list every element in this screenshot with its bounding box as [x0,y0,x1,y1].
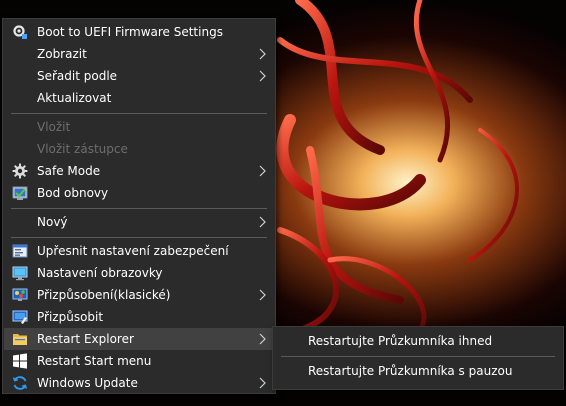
menu-item-safe-mode[interactable]: Safe Mode [4,160,274,182]
chevron-right-icon [259,70,266,82]
menu-item-upresnit-zabezpeceni[interactable]: Upřesnit nastavení zabezpečení [4,240,274,262]
chevron-right-icon [259,377,266,389]
menu-item-novy[interactable]: Nový [4,211,274,233]
chevron-right-icon [259,48,266,60]
menu-item-label: Vložit zástupce [37,142,128,156]
menu-item-label: Restart Start menu [37,354,152,368]
menu-item-vlozit-zastupce: Vložit zástupce [4,138,274,160]
menu-item-label: Windows Update [37,376,138,390]
menu-item-label: Restart Explorer [37,332,134,346]
menu-item-nastaveni-obrazovky[interactable]: Nastavení obrazovky [4,262,274,284]
desktop-context-menu: Boot to UEFI Firmware Settings Zobrazit … [2,18,276,394]
chevron-right-icon [259,333,266,345]
menu-item-label: Přizpůsobení(klasické) [37,288,171,302]
menu-separator [281,356,555,357]
submenu-item-restart-now[interactable]: Restartujte Průzkumníka ihned [274,330,562,352]
menu-item-label: Upřesnit nastavení zabezpečení [37,244,229,258]
gear-icon [12,163,28,179]
personalize-classic-icon [12,288,28,301]
menu-item-label: Nový [37,215,68,229]
menu-item-restart-explorer[interactable]: Restart Explorer [4,328,274,350]
windows-logo-icon [13,353,27,369]
menu-item-prizpusobeni-klasicke[interactable]: Přizpůsobení(klasické) [4,284,274,306]
menu-item-label: Vložit [37,120,71,134]
menu-item-prizpusobit[interactable]: Přizpůsobit [4,306,274,328]
windows-update-icon [12,376,28,390]
menu-item-restart-start-menu[interactable]: Restart Start menu [4,350,274,372]
menu-item-seradit-podle[interactable]: Seřadit podle [4,65,274,87]
submenu-item-label: Restartujte Průzkumníka s pauzou [308,364,513,378]
menu-item-label: Aktualizovat [37,91,112,105]
menu-item-label: Nastavení obrazovky [37,266,163,280]
submenu-item-label: Restartujte Průzkumníka ihned [308,334,493,348]
menu-item-vlozit: Vložit [4,116,274,138]
chevron-right-icon [259,165,266,177]
chevron-right-icon [259,216,266,228]
menu-item-boot-to-uefi[interactable]: Boot to UEFI Firmware Settings [4,21,274,43]
menu-item-label: Zobrazit [37,47,87,61]
menu-separator [11,237,267,238]
menu-item-label: Bod obnovy [37,186,109,200]
menu-separator [11,113,267,114]
restart-explorer-submenu: Restartujte Průzkumníka ihned Restartujt… [272,326,564,390]
security-settings-icon [12,244,28,258]
display-icon [12,266,28,281]
menu-separator [11,208,267,209]
gear-settings-icon [13,25,27,39]
menu-item-aktualizovat[interactable]: Aktualizovat [4,87,274,109]
chevron-right-icon [259,289,266,301]
submenu-item-restart-with-pause[interactable]: Restartujte Průzkumníka s pauzou [274,360,562,382]
menu-item-bod-obnovy[interactable]: Bod obnovy [4,182,274,204]
menu-item-label: Safe Mode [37,164,101,178]
menu-item-windows-update[interactable]: Windows Update [4,372,274,394]
menu-item-label: Seřadit podle [37,69,118,83]
menu-item-zobrazit[interactable]: Zobrazit [4,43,274,65]
restore-point-icon [12,186,28,200]
personalize-icon [12,310,28,324]
menu-item-label: Boot to UEFI Firmware Settings [37,25,223,39]
folder-icon [13,334,27,345]
menu-item-label: Přizpůsobit [37,310,104,324]
